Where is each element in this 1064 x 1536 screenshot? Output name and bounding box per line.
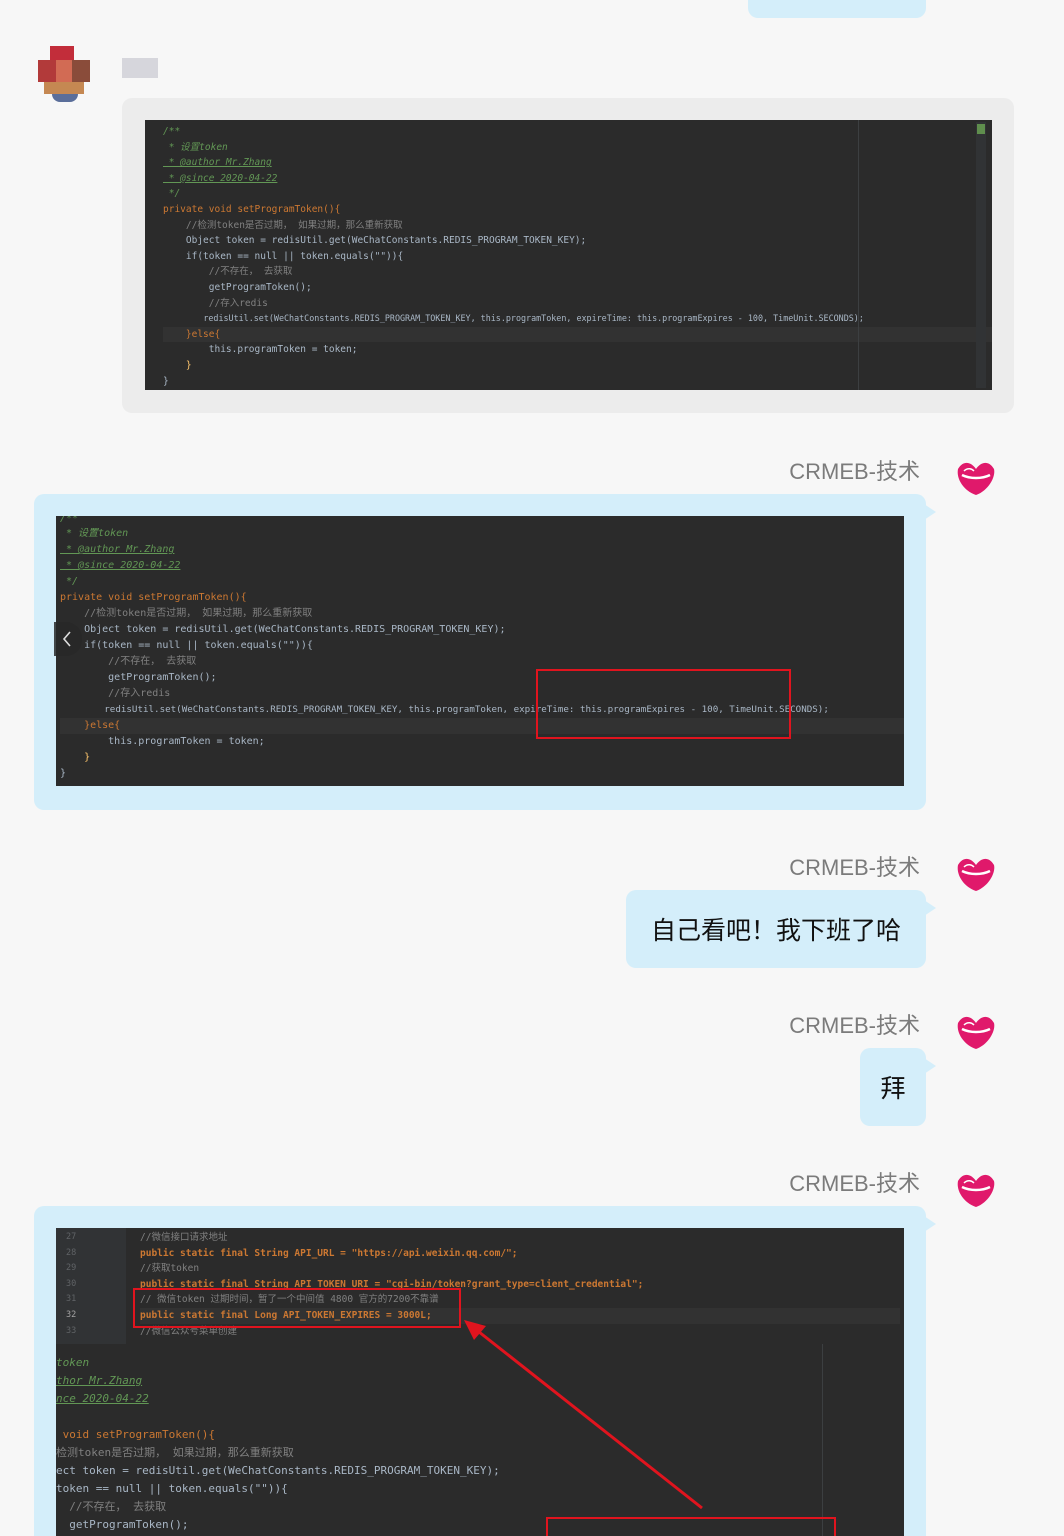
code-line: * @author Mr.Zhang [163,157,272,169]
code-line: //检测token是否过期， 如果过期，那么重新获取 [60,608,313,619]
code-line: private void setProgramToken(){ [163,203,341,215]
message-bubble-partial [748,0,926,18]
line-number: 28 [66,1247,77,1258]
code-line: getProgramToken(); [163,281,312,293]
code-line: } [60,752,91,763]
message-bubble-text[interactable]: 拜 [860,1048,936,1126]
sender-name: CRMEB-技术 [789,1171,920,1196]
code-screenshot-2[interactable]: /** * 设置token * @author Mr.Zhang * @sinc… [56,516,904,786]
code-line: */ [163,188,181,200]
code-line: * @since 2020-04-22 [60,560,181,571]
code-line: * 设置token [163,141,228,153]
lips-icon[interactable] [952,1167,1000,1215]
message-bubble-text[interactable]: 自己看吧！我下班了哈 [626,890,936,968]
lips-icon[interactable] [952,455,1000,503]
code-line: if(token == null || token.equals("")){ [60,640,313,651]
code-line: //不存在， 去获取 [60,656,197,667]
code-screenshot-1[interactable]: /** * 设置token * @author Mr.Zhang * @sinc… [145,120,992,390]
line-number: 31 [66,1294,77,1305]
code-line: } [60,768,67,779]
contact-avatar[interactable] [38,44,92,106]
code-line: * @since 2020-04-22 [163,172,278,184]
code-line: if(token == null || token.equals("")){ [163,250,404,262]
line-number: 27 [66,1232,77,1242]
code-line: //微信接口请求地址 [140,1232,228,1243]
code-line: //获取token [140,1263,200,1275]
code-line: } [163,359,192,371]
message-text: 拜 [880,1074,906,1103]
code-line: redisUtil.set(WeChatConstants.REDIS_PROG… [163,313,864,324]
line-number: 30 [66,1278,77,1289]
chevron-left-icon [62,631,71,647]
code-line: } [163,375,169,387]
sender-name: CRMEB-技术 [789,855,920,880]
annotation-arrow [464,1320,703,1510]
sender-name: CRMEB-技术 [789,459,920,484]
code-line: public static final String API_URL = "ht… [140,1247,518,1259]
code-line: //存入redis [163,297,268,309]
code-line: Object token = redisUtil.get(WeChatConst… [60,624,506,635]
code-line: * 设置token [60,528,129,539]
annotation-highlight-box [536,669,791,739]
code-line: this.programToken = token; [163,344,358,356]
code-line: */ [60,576,79,587]
sender-name: CRMEB-技术 [789,1013,920,1038]
code-line: /** [163,126,181,137]
code-line: //不存在， 去获取 [163,266,293,278]
message-text: 自己看吧！我下班了哈 [650,916,901,945]
contact-name-blurred [122,58,158,78]
lips-icon[interactable] [952,851,1000,899]
line-number: 33 [66,1325,77,1336]
prev-image-button[interactable] [54,622,82,656]
code-line: private void setProgramToken(){ [60,592,247,603]
lips-icon[interactable] [952,1009,1000,1057]
line-number: 29 [66,1263,77,1274]
annotation-highlight-box [133,1288,461,1328]
code-line: * @author Mr.Zhang [60,544,175,555]
code-line: /** [60,516,79,524]
line-number: 32 [66,1309,77,1320]
code-line: }else{ [163,326,992,343]
code-line: //检测token是否过期， 如果过期，那么重新获取 [163,219,403,231]
code-line: Object token = redisUtil.get(WeChatConst… [163,235,587,247]
